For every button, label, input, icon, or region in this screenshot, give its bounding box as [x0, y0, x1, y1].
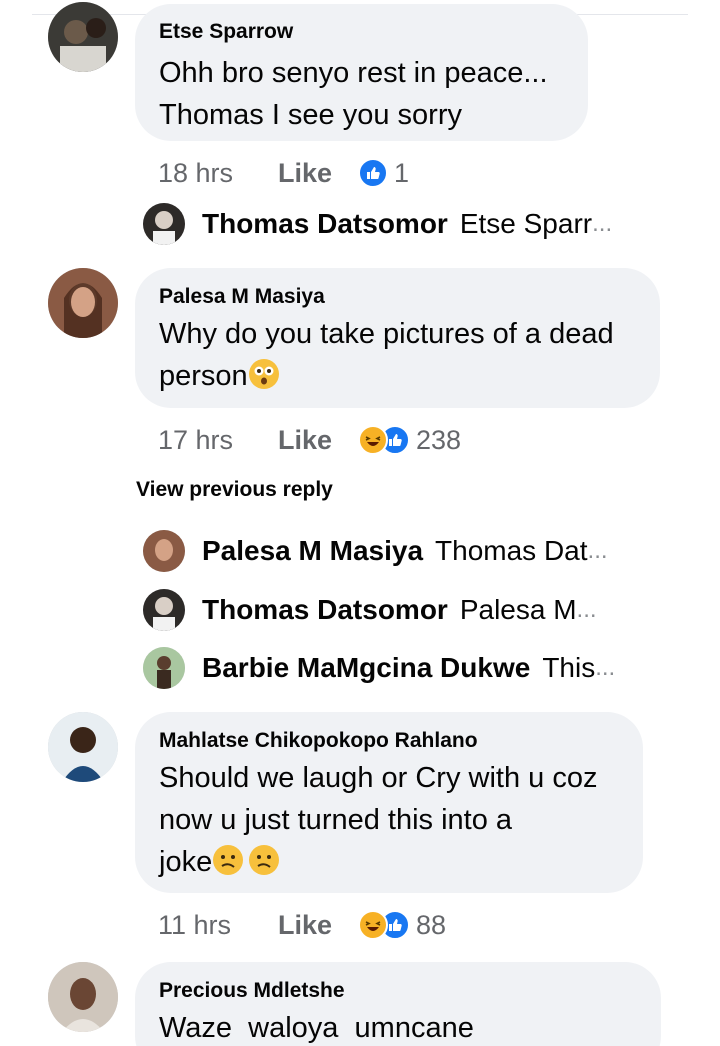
reply-preview[interactable]: Thomas Datsomor Palesa M ...	[202, 589, 597, 631]
reply-ellipsis: ...	[595, 654, 616, 681]
reaction-count: 1	[394, 157, 410, 188]
reply-text: Etse Sparr	[459, 208, 593, 239]
comment-time[interactable]: 11 hrs	[158, 910, 278, 941]
haha-icon	[358, 425, 388, 455]
reply-author: Thomas Datsomor	[202, 208, 448, 239]
reply-author: Thomas Datsomor	[202, 594, 448, 625]
reply-ellipsis: ...	[576, 596, 597, 623]
reaction-count: 88	[416, 909, 447, 940]
comment-bubble: Etse Sparrow Ohh bro senyo rest in peace…	[135, 4, 588, 141]
view-previous-reply-link[interactable]: View previous reply	[136, 478, 333, 502]
confused-face-icon	[249, 845, 280, 875]
comment-author[interactable]: Palesa M Masiya	[159, 283, 636, 311]
comment-author[interactable]: Etse Sparrow	[159, 18, 564, 46]
reaction-summary[interactable]: 238	[358, 425, 461, 456]
comment-bubble: Mahlatse Chikopokopo Rahlano Should we l…	[135, 712, 643, 893]
astonished-face-icon	[248, 359, 279, 389]
like-icon	[358, 158, 388, 188]
like-button[interactable]: Like	[278, 158, 358, 189]
reply-preview[interactable]: Barbie MaMgcina Dukwe This ...	[202, 647, 615, 689]
reply-avatar[interactable]	[143, 530, 185, 572]
comment-meta: 18 hrs Like 1	[158, 153, 409, 193]
comment-time[interactable]: 18 hrs	[158, 158, 278, 189]
reply-ellipsis: ...	[587, 537, 608, 564]
avatar[interactable]	[48, 268, 118, 338]
avatar[interactable]	[48, 2, 118, 72]
reply-author: Palesa M Masiya	[202, 535, 424, 566]
reaction-summary[interactable]: 1	[358, 158, 409, 189]
comment-bubble: Precious Mdletshe Waze waloya umncane	[135, 962, 661, 1046]
like-button[interactable]: Like	[278, 910, 358, 941]
reply-ellipsis: ...	[592, 210, 613, 237]
comment-text: Should we laugh or Cry with u coz now u …	[159, 762, 598, 878]
avatar[interactable]	[48, 712, 118, 782]
reply-text: Palesa M	[459, 594, 577, 625]
comment-text: Waze waloya umncane	[159, 1012, 474, 1044]
confused-face-icon	[213, 845, 244, 875]
reaction-summary[interactable]: 88	[358, 910, 446, 941]
comment-author[interactable]: Precious Mdletshe	[159, 977, 637, 1005]
reply-text: This	[542, 652, 596, 683]
reply-text: Thomas Dat	[435, 535, 588, 566]
avatar[interactable]	[48, 962, 118, 1032]
comment-time[interactable]: 17 hrs	[158, 425, 278, 456]
reaction-count: 238	[416, 424, 462, 455]
comment-text: Ohh bro senyo rest in peace... Thomas I …	[159, 57, 548, 131]
comment-author[interactable]: Mahlatse Chikopokopo Rahlano	[159, 727, 619, 755]
haha-icon	[358, 910, 388, 940]
comment-meta: 11 hrs Like 88	[158, 905, 446, 945]
reply-avatar[interactable]	[143, 203, 185, 245]
reply-author: Barbie MaMgcina Dukwe	[202, 652, 531, 683]
like-button[interactable]: Like	[278, 425, 358, 456]
reply-avatar[interactable]	[143, 589, 185, 631]
comment-meta: 17 hrs Like 238	[158, 420, 461, 460]
comment-bubble: Palesa M Masiya Why do you take pictures…	[135, 268, 660, 408]
comment-text: Why do you take pictures of a dead perso…	[159, 318, 614, 392]
reply-preview[interactable]: Thomas Datsomor Etse Sparr ...	[202, 203, 612, 245]
reply-preview[interactable]: Palesa M Masiya Thomas Dat ...	[202, 530, 608, 572]
reply-avatar[interactable]	[143, 647, 185, 689]
